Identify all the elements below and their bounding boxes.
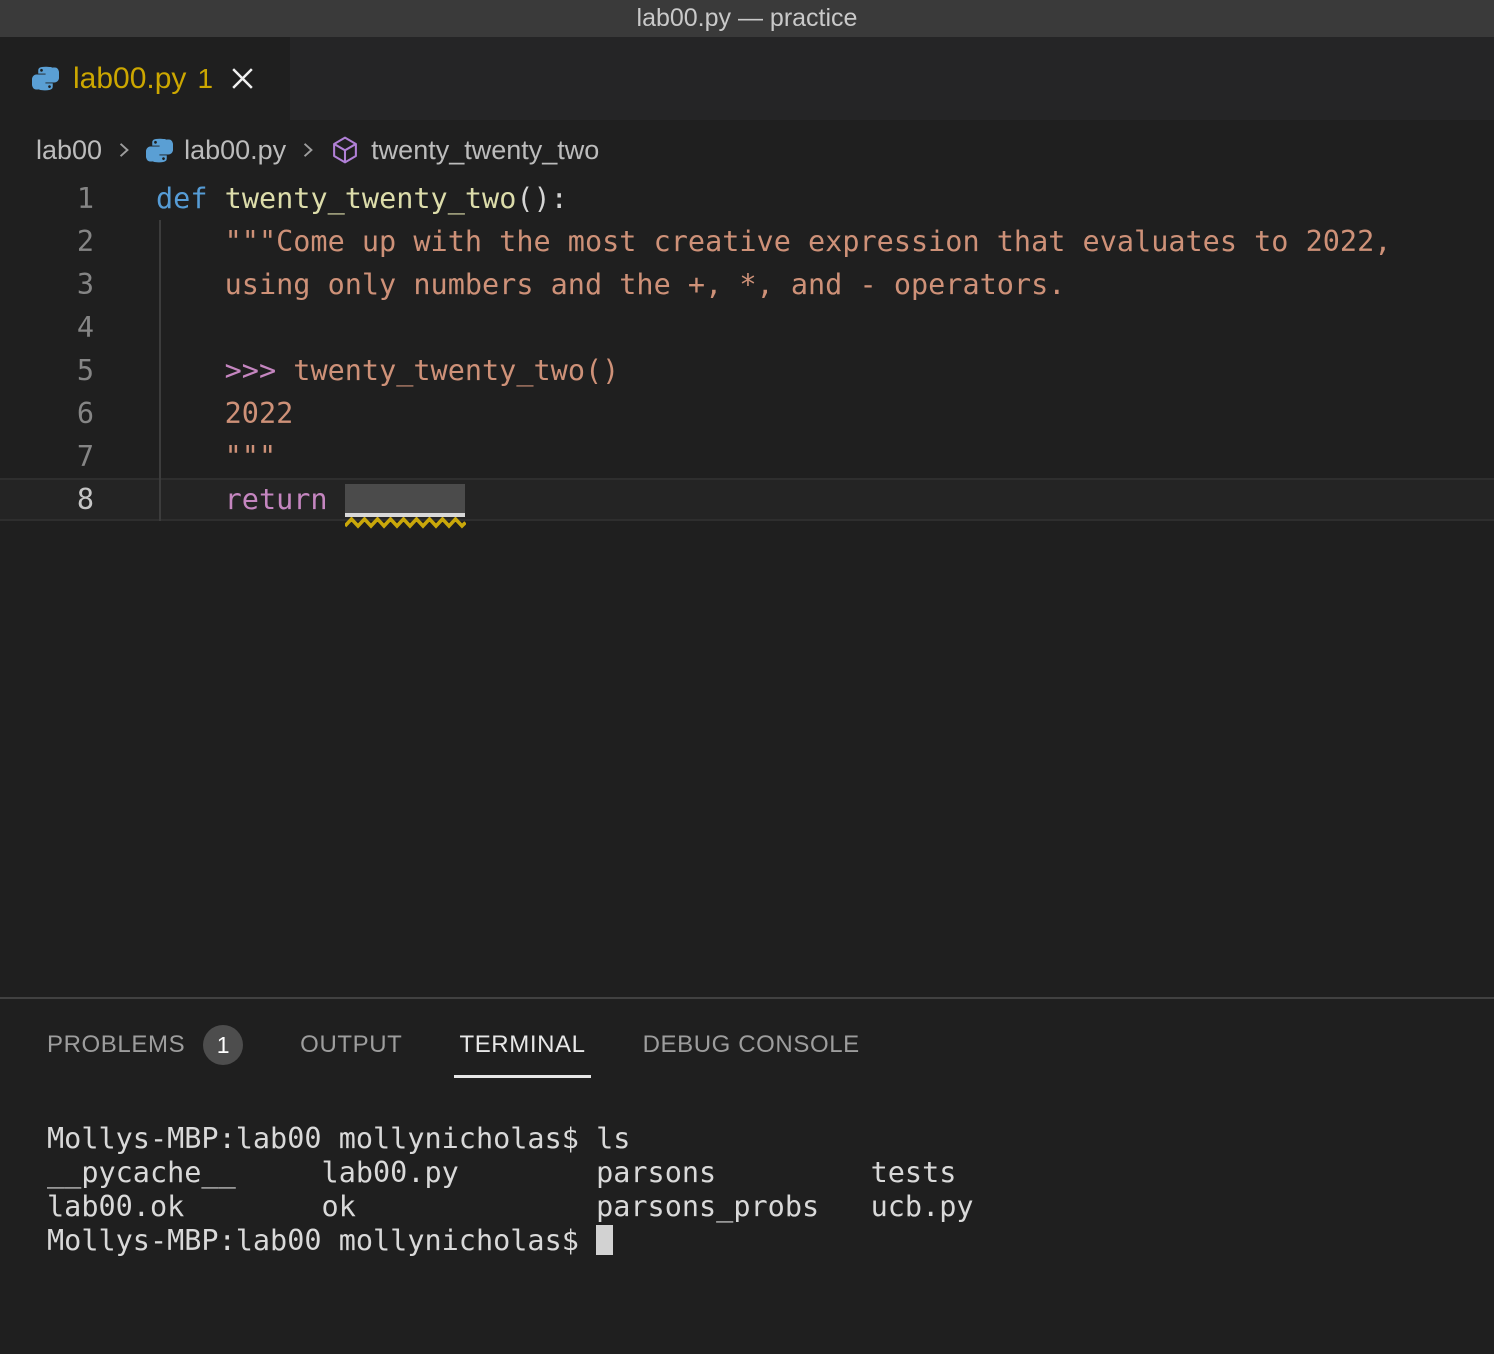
line-number: 4: [0, 306, 94, 349]
code-line-text: """: [156, 435, 276, 478]
tab-strip: lab00.py 1: [0, 37, 1494, 120]
python-icon: [146, 137, 173, 164]
editor-lines: 1def twenty_twenty_two():2 """Come up wi…: [0, 177, 1494, 521]
tab-debug-console[interactable]: DEBUG CONSOLE: [643, 1012, 860, 1078]
indent-guide: [159, 220, 161, 521]
symbol-method-icon: [330, 135, 360, 165]
tab-label: lab00.py: [73, 62, 186, 96]
vscode-window: lab00.py — practice lab00.py 1 lab00: [0, 0, 1494, 1354]
code-line[interactable]: 2 """Come up with the most creative expr…: [0, 220, 1494, 263]
terminal-prompt-line: Mollys-MBP:lab00 mollynicholas$: [47, 1224, 1494, 1258]
code-line-text: using only numbers and the +, *, and - o…: [156, 263, 1065, 306]
problems-count-badge: 1: [203, 1025, 243, 1065]
code-line-text: def twenty_twenty_two():: [156, 177, 568, 220]
tab-problems[interactable]: PROBLEMS 1: [47, 1012, 243, 1078]
tab-terminal[interactable]: TERMINAL: [459, 1012, 585, 1078]
code-line-text: >>> twenty_twenty_two(): [156, 349, 619, 392]
line-number: 3: [0, 263, 94, 306]
close-icon[interactable]: [229, 65, 256, 92]
terminal-output: Mollys-MBP:lab00 mollynicholas$ ls__pyca…: [47, 1122, 1494, 1258]
terminal-line: lab00.ok ok parsons_probs ucb.py: [47, 1190, 1494, 1224]
code-editor[interactable]: 1def twenty_twenty_two():2 """Come up wi…: [0, 177, 1494, 577]
panel-separator[interactable]: [0, 997, 1494, 999]
line-number: 8: [0, 478, 94, 521]
line-number: 2: [0, 220, 94, 263]
breadcrumb-item-folder[interactable]: lab00: [36, 135, 102, 166]
line-number: 1: [0, 177, 94, 220]
titlebar: lab00.py — practice: [0, 0, 1494, 37]
terminal-line: __pycache__ lab00.py parsons tests: [47, 1156, 1494, 1190]
panel-tab-bar: PROBLEMS 1 OUTPUT TERMINAL DEBUG CONSOLE: [47, 1012, 860, 1078]
tab-lab00py[interactable]: lab00.py 1: [0, 37, 290, 120]
code-line[interactable]: 1 def twenty_twenty_two():: [0, 177, 1494, 220]
code-line[interactable]: 6 2022: [0, 392, 1494, 435]
breadcrumb-item-file[interactable]: lab00.py: [146, 135, 286, 166]
code-line[interactable]: 5 >>> twenty_twenty_two(): [0, 349, 1494, 392]
line-number: 5: [0, 349, 94, 392]
code-line[interactable]: 7 """: [0, 435, 1494, 478]
terminal-line: Mollys-MBP:lab00 mollynicholas$ ls: [47, 1122, 1494, 1156]
breadcrumb: lab00 lab00.py twenty_twen: [0, 120, 1494, 180]
chevron-right-icon: [297, 139, 319, 161]
tab-problem-count: 1: [197, 63, 213, 95]
code-line-text: 2022: [156, 392, 293, 435]
warning-squiggle: [345, 517, 466, 529]
breadcrumb-item-symbol[interactable]: twenty_twenty_two: [330, 135, 599, 166]
python-icon: [32, 65, 59, 92]
line-number: 6: [0, 392, 94, 435]
terminal-prompt: Mollys-MBP:lab00 mollynicholas$: [47, 1224, 596, 1257]
code-line-text: return: [156, 478, 465, 521]
code-line[interactable]: 4: [0, 306, 1494, 349]
window-title: lab00.py — practice: [637, 4, 858, 33]
unfocused-selection-box: [345, 484, 465, 517]
tab-output[interactable]: OUTPUT: [300, 1012, 402, 1078]
line-number: 7: [0, 435, 94, 478]
terminal-cursor: [596, 1225, 613, 1255]
terminal[interactable]: Mollys-MBP:lab00 mollynicholas$ ls__pyca…: [47, 1122, 1494, 1258]
chevron-right-icon: [113, 139, 135, 161]
code-line-text: """Come up with the most creative expres…: [156, 220, 1391, 263]
code-line[interactable]: 3 using only numbers and the +, *, and -…: [0, 263, 1494, 306]
code-line[interactable]: 8 return: [0, 478, 1494, 521]
